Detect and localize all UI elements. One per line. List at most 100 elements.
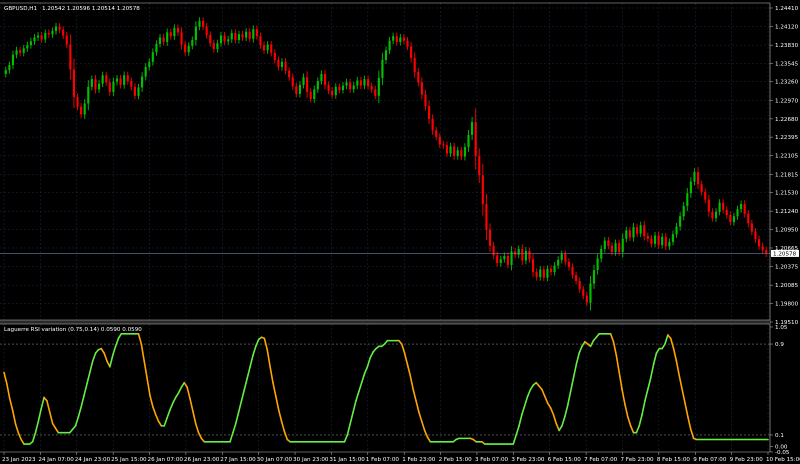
- candle-body: [273, 52, 276, 60]
- price-tick-label: 1.20085: [775, 283, 799, 289]
- price-tick-label: 1.22395: [775, 135, 799, 141]
- candle-body: [521, 248, 524, 261]
- candle-body: [474, 122, 477, 157]
- candle-body: [295, 86, 298, 94]
- indicator-tick-label: 1.05: [775, 325, 788, 331]
- candle-body: [535, 272, 538, 278]
- indicator-tick-label: -0.05: [775, 450, 790, 456]
- candle-body: [682, 206, 685, 217]
- candle-body: [417, 72, 420, 83]
- time-tick-label: 3 Feb 23:00: [511, 457, 545, 463]
- candle-body: [133, 86, 136, 96]
- candle-body: [209, 34, 212, 44]
- candle-body: [618, 243, 621, 253]
- time-tick-label: 26 Jan 07:00: [148, 457, 184, 463]
- current-price-label: 1.20578: [771, 249, 799, 257]
- time-tick-label: 9 Feb 23:00: [730, 457, 764, 463]
- candle-body: [184, 44, 187, 53]
- candle-body: [33, 37, 36, 42]
- candle-body: [234, 32, 237, 41]
- candle-body: [29, 41, 32, 46]
- candle-body: [112, 81, 115, 92]
- chart-canvas[interactable]: 1.24410 1.24120 1.23830 1.23545 1.23260 1.229…: [0, 0, 800, 464]
- candle-body: [291, 77, 294, 87]
- candle-body: [732, 216, 736, 223]
- candle-body: [108, 82, 111, 92]
- candle-body: [531, 259, 535, 273]
- candle-body: [592, 270, 596, 284]
- candle-body: [610, 245, 614, 253]
- candle-body: [478, 156, 481, 176]
- candle-body: [288, 70, 291, 78]
- candle-body: [280, 61, 284, 67]
- candle-body: [162, 37, 165, 42]
- candle-body: [413, 57, 416, 73]
- candle-body: [191, 40, 194, 46]
- candle-body: [711, 211, 714, 219]
- candle-body: [585, 295, 588, 303]
- candle-body: [675, 226, 678, 235]
- candle-body: [636, 227, 639, 234]
- time-tick-label: 10 Feb 15:00: [766, 457, 800, 463]
- candle-body: [97, 83, 101, 90]
- candle-body: [76, 97, 79, 107]
- candle-body: [438, 136, 441, 145]
- candle-body: [560, 254, 563, 260]
- candle-body: [22, 48, 25, 53]
- candle-body: [488, 229, 492, 246]
- candle-body: [137, 87, 140, 96]
- candle-body: [614, 243, 617, 253]
- pane-separator[interactable]: [0, 320, 770, 324]
- candle-body: [431, 118, 434, 131]
- candle-body: [58, 26, 61, 30]
- candle-body: [714, 211, 718, 219]
- candle-body: [707, 199, 710, 212]
- candle-body: [607, 240, 610, 246]
- candle-body: [123, 75, 126, 85]
- candle-body: [646, 236, 649, 239]
- trading-chart-window[interactable]: 1.24410 1.24120 1.23830 1.23545 1.23260 1.229…: [0, 0, 800, 464]
- candle-body: [743, 204, 746, 214]
- candle-body: [72, 69, 76, 98]
- candle-body: [119, 78, 122, 85]
- time-tick-label: 8 Feb 15:00: [657, 457, 691, 463]
- candle-body: [148, 61, 151, 67]
- candle-body: [528, 250, 531, 260]
- candle-body: [625, 230, 628, 239]
- candle-body: [445, 145, 449, 154]
- candle-body: [8, 65, 11, 71]
- candle-body: [671, 234, 675, 242]
- candle-body: [381, 59, 384, 78]
- candle-body: [524, 250, 527, 261]
- candle-body: [696, 172, 700, 185]
- candle-body: [252, 29, 255, 39]
- candle-body: [578, 280, 581, 290]
- price-tick-label: 1.19800: [775, 301, 799, 307]
- candle-body: [384, 50, 388, 60]
- candle-body: [539, 269, 542, 278]
- candle-body: [639, 225, 642, 234]
- candle-body: [198, 20, 201, 27]
- price-tick-label: 1.21815: [775, 172, 799, 178]
- candle-body: [603, 240, 606, 249]
- candle-body: [664, 236, 667, 247]
- price-tick-label: 1.23830: [775, 43, 799, 49]
- price-tick-label: 1.22970: [775, 98, 799, 104]
- candle-body: [313, 89, 316, 99]
- candle-body: [259, 36, 262, 46]
- candle-body: [689, 181, 692, 194]
- candle-body: [453, 146, 456, 157]
- candle-body: [155, 43, 158, 53]
- candle-body: [40, 35, 43, 40]
- candle-body: [26, 45, 29, 49]
- candle-body: [187, 45, 190, 53]
- candle-body: [628, 230, 631, 238]
- candle-body: [517, 248, 520, 255]
- candle-body: [115, 78, 119, 82]
- candle-body: [80, 106, 83, 115]
- candle-body: [15, 50, 18, 55]
- time-tick-label: 30 Jan 07:00: [257, 457, 293, 463]
- candle-body: [83, 103, 86, 115]
- candle-body: [679, 216, 682, 227]
- candle-body: [600, 248, 603, 259]
